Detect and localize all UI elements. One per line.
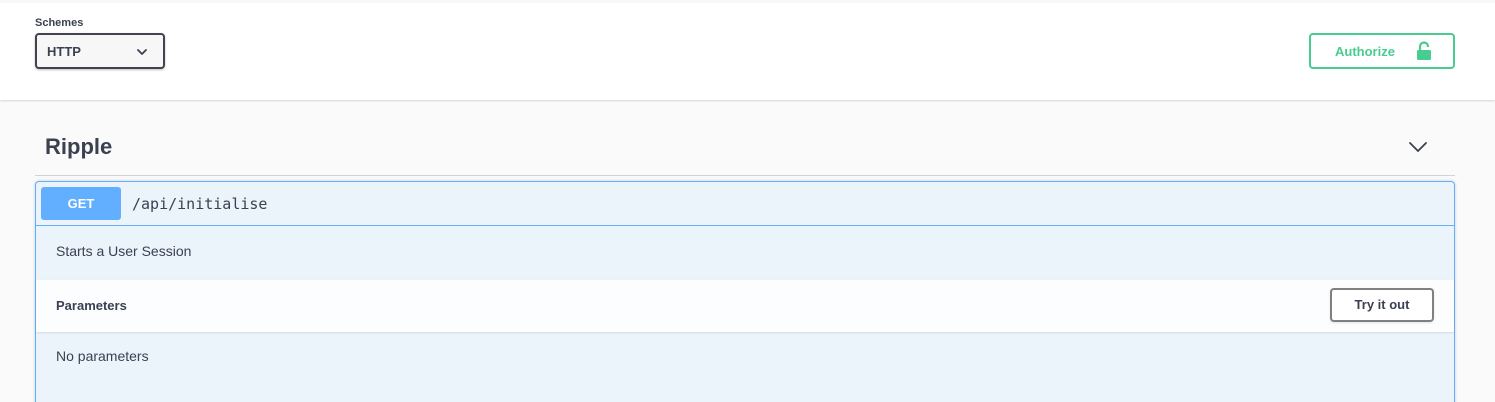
operation-path: /api/initialise xyxy=(132,195,268,213)
parameters-header: Parameters Try it out xyxy=(36,280,1454,332)
schemes-select[interactable]: HTTP xyxy=(35,33,165,69)
scheme-container: Schemes HTTP Authorize xyxy=(0,0,1495,100)
chevron-down-icon xyxy=(137,49,147,55)
top-divider xyxy=(0,0,1495,3)
try-it-out-button[interactable]: Try it out xyxy=(1330,288,1434,322)
authorize-button[interactable]: Authorize xyxy=(1309,33,1455,69)
schemes-selected-value: HTTP xyxy=(47,43,81,59)
authorize-label: Authorize xyxy=(1335,44,1395,59)
chevron-down-icon[interactable] xyxy=(1407,136,1429,158)
no-parameters-text: No parameters xyxy=(56,348,149,364)
unlocked-lock-icon xyxy=(1417,41,1431,60)
tag-title: Ripple xyxy=(45,134,113,159)
tag-section-header[interactable]: Ripple xyxy=(35,120,1455,176)
operation-summary[interactable]: GET /api/initialise xyxy=(36,182,1454,226)
method-badge: GET xyxy=(41,187,121,220)
schemes-label: Schemes xyxy=(35,17,84,29)
operation-description: Starts a User Session xyxy=(56,243,192,259)
operation-block: GET /api/initialise Starts a User Sessio… xyxy=(35,181,1455,402)
parameters-title: Parameters xyxy=(56,298,127,313)
